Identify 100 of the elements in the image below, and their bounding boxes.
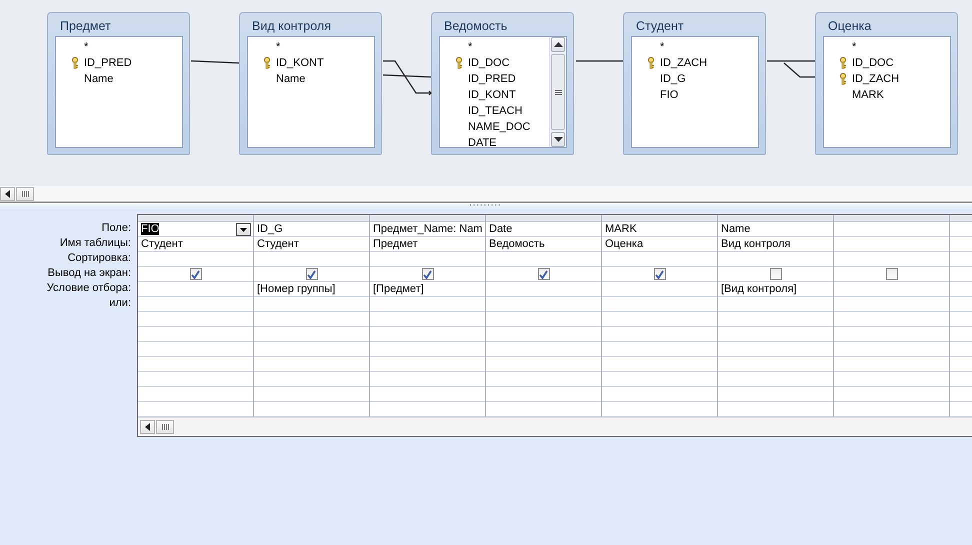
key-icon xyxy=(71,57,79,69)
row-label: Поле: xyxy=(100,221,132,236)
grid-cell[interactable]: Предмет xyxy=(370,237,485,252)
field-name[interactable]: ID_PRED xyxy=(84,57,132,69)
scroll-thumb[interactable] xyxy=(16,186,34,200)
table-title: Ведомость xyxy=(443,18,508,35)
field-name[interactable]: * xyxy=(468,41,472,53)
column-selector[interactable] xyxy=(718,215,833,222)
show-checkbox[interactable] xyxy=(306,268,318,280)
criteria-value: [Вид контроля] xyxy=(721,283,797,295)
column-selector[interactable] xyxy=(602,215,717,222)
table-window[interactable]: Вид контроля * ID_KONT Name xyxy=(239,12,382,155)
show-checkbox[interactable] xyxy=(190,268,202,280)
grid-cell[interactable]: Предмет_Name: Nam xyxy=(370,222,485,237)
field-name[interactable]: NAME_DOC xyxy=(468,121,530,133)
field-name[interactable]: ID_G xyxy=(660,73,686,85)
show-checkbox[interactable] xyxy=(886,268,898,280)
grid-cell[interactable]: [Вид контроля] xyxy=(718,282,833,297)
grid-cell[interactable] xyxy=(370,267,485,282)
table-title: Оценка xyxy=(827,18,872,35)
table-title: Студент xyxy=(635,18,685,35)
criteria-value: [Предмет] xyxy=(373,283,424,295)
field-value[interactable]: Предмет_Name: Nam xyxy=(373,223,482,235)
table-window[interactable]: Предмет * ID_PRED Name xyxy=(47,12,190,155)
table-name: Студент xyxy=(257,238,299,250)
grid-cell[interactable]: FIO xyxy=(138,222,253,237)
show-checkbox[interactable] xyxy=(770,268,782,280)
vertical-scrollbar[interactable] xyxy=(549,37,566,147)
table-name: Оценка xyxy=(605,238,644,250)
key-icon xyxy=(455,57,463,69)
field-name[interactable]: ID_DOC xyxy=(852,57,894,69)
field-name[interactable]: Name xyxy=(84,73,114,85)
field-name[interactable]: * xyxy=(84,41,88,53)
column-selector[interactable] xyxy=(486,215,601,222)
key-icon xyxy=(839,73,847,85)
field-value[interactable]: Date xyxy=(489,223,512,235)
grid-cell[interactable]: Студент xyxy=(138,237,253,252)
table-title: Вид контроля xyxy=(251,18,332,35)
dropdown-button[interactable] xyxy=(236,223,251,236)
table-window[interactable]: Оценка * ID_DOC ID_ZACH MARK xyxy=(815,12,958,155)
show-checkbox[interactable] xyxy=(654,268,666,280)
field-name[interactable]: * xyxy=(852,41,856,53)
splitter-handle[interactable] xyxy=(469,203,503,207)
field-name[interactable]: MARK xyxy=(852,89,884,101)
grid-cell[interactable]: Date xyxy=(486,222,601,237)
column-selector[interactable] xyxy=(834,215,949,222)
grid-cell[interactable] xyxy=(834,267,949,282)
field-name[interactable]: ID_DOC xyxy=(468,57,510,69)
scroll-up-icon[interactable] xyxy=(551,37,565,52)
grid-cell[interactable] xyxy=(718,267,833,282)
scroll-left-icon[interactable] xyxy=(140,420,155,434)
field-name[interactable]: Name xyxy=(276,73,306,85)
field-value[interactable]: MARK xyxy=(605,223,637,235)
table-name: Студент xyxy=(141,238,183,250)
scroll-thumb[interactable] xyxy=(156,420,174,434)
row-label: Условие отбора: xyxy=(46,281,132,296)
field-value[interactable]: ID_G xyxy=(257,223,283,235)
field-name[interactable]: ID_TEACH xyxy=(468,105,522,117)
grid-cell[interactable] xyxy=(254,267,369,282)
column-selector[interactable] xyxy=(370,215,485,222)
field-name[interactable]: ID_KONT xyxy=(468,89,516,101)
grid-cell[interactable]: Name xyxy=(718,222,833,237)
grid-cell[interactable] xyxy=(138,267,253,282)
field-name[interactable]: ID_KONT xyxy=(276,57,324,69)
field-name[interactable]: ID_ZACH xyxy=(660,57,708,69)
field-value[interactable]: FIO xyxy=(141,223,160,235)
row-label: Имя таблицы: xyxy=(58,236,132,251)
field-name[interactable]: * xyxy=(660,41,664,53)
table-window[interactable]: Студент * ID_ZACH ID_G FIO xyxy=(623,12,766,155)
relationship-line xyxy=(576,60,623,62)
grid-cell[interactable]: ID_G xyxy=(254,222,369,237)
field-name[interactable]: * xyxy=(276,41,280,53)
grid-cell[interactable]: Оценка xyxy=(602,237,717,252)
field-name[interactable]: ID_ZACH xyxy=(852,73,900,85)
table-name: Ведомость xyxy=(489,238,545,250)
grid-cell[interactable]: Вид контроля xyxy=(718,237,833,252)
row-label: Сортировка: xyxy=(66,251,132,266)
field-name[interactable]: DATE xyxy=(468,137,497,147)
show-checkbox[interactable] xyxy=(422,268,434,280)
key-icon xyxy=(647,57,655,69)
field-name[interactable]: ID_PRED xyxy=(468,73,516,85)
grid-cell[interactable]: [Предмет] xyxy=(370,282,485,297)
grid-cell[interactable]: Ведомость xyxy=(486,237,601,252)
grid-cell[interactable] xyxy=(602,267,717,282)
grid-cell[interactable]: Студент xyxy=(254,237,369,252)
relationship-line xyxy=(191,60,240,64)
show-checkbox[interactable] xyxy=(538,268,550,280)
table-window[interactable]: Ведомость * ID_DOC ID_PRED ID_KONT ID_TEACH NAME_DOC DATE xyxy=(431,12,574,155)
row-label: или: xyxy=(108,296,132,311)
grid-cell[interactable]: [Номер группы] xyxy=(254,282,369,297)
grid-cell[interactable]: MARK xyxy=(602,222,717,237)
scroll-down-icon[interactable] xyxy=(551,132,565,147)
table-name: Предмет xyxy=(373,238,418,250)
table-title: Предмет xyxy=(59,18,112,35)
field-value[interactable]: Name xyxy=(721,223,750,235)
key-icon xyxy=(839,57,847,69)
key-icon xyxy=(263,57,271,69)
grid-cell[interactable] xyxy=(486,267,601,282)
scroll-left-icon[interactable] xyxy=(0,186,15,200)
field-name[interactable]: FIO xyxy=(660,89,678,101)
